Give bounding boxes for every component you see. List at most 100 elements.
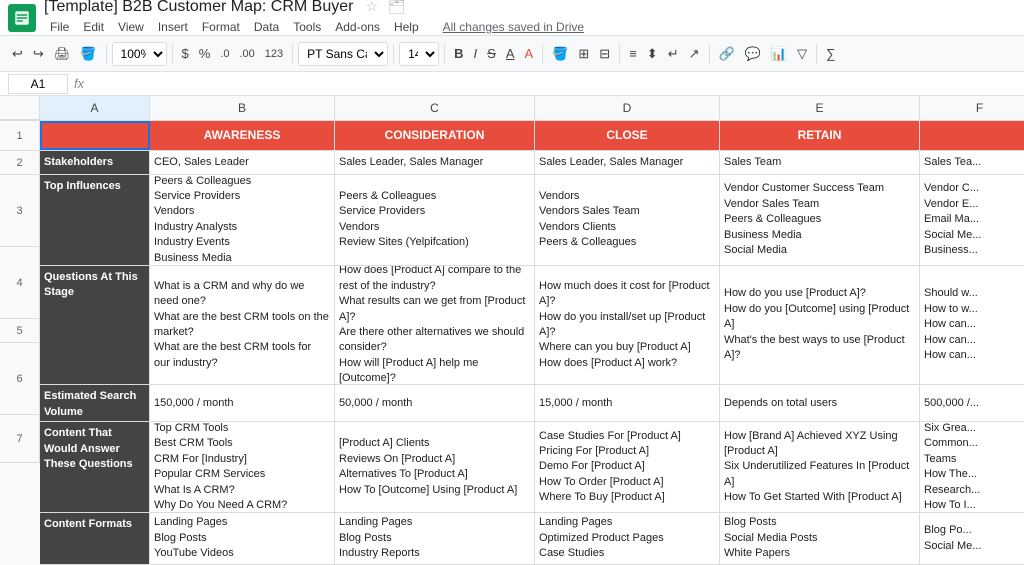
cell-e1[interactable]: RETAIN [720,121,920,150]
decimal00-button[interactable]: .00 [236,46,259,62]
cell-f6[interactable]: Six Grea... Common... Teams How The... R… [920,422,1024,512]
cell-d7[interactable]: Landing Pages Optimized Product Pages Ca… [535,513,720,564]
col-header-d[interactable]: D [535,96,720,120]
cell-b5[interactable]: 150,000 / month [150,385,335,421]
cell-a7[interactable]: Content Formats [40,513,150,564]
cell-c6[interactable]: [Product A] Clients Reviews On [Product … [335,422,535,512]
cell-b4[interactable]: What is a CRM and why do we need one? Wh… [150,266,335,384]
cell-a4[interactable]: Questions At This Stage [40,266,150,384]
textwrap-button[interactable]: ↵ [664,44,683,64]
row-num-1[interactable]: 1 [0,121,40,151]
cell-f5[interactable]: 500,000 /... [920,385,1024,421]
rotate-button[interactable]: ↗ [685,44,704,64]
fillcolor-button[interactable]: 🪣 [548,44,572,64]
cell-c7[interactable]: Landing Pages Blog Posts Industry Report… [335,513,535,564]
cell-f7[interactable]: Blog Po... Social Me... [920,513,1024,564]
undo-button[interactable]: ↩ [8,44,27,64]
cell-d1[interactable]: CLOSE [535,121,720,150]
cell-a1[interactable] [40,121,150,150]
cell-d4[interactable]: How much does it cost for [Product A]? H… [535,266,720,384]
cell-reference-input[interactable] [8,74,68,94]
cell-f1[interactable] [920,121,1024,150]
row-num-7[interactable]: 7 [0,415,40,463]
cell-b2[interactable]: CEO, Sales Leader [150,151,335,174]
cell-b1[interactable]: AWARENESS [150,121,335,150]
decimal0-button[interactable]: .0 [216,46,233,62]
fontsize-select[interactable]: 14 [399,42,439,66]
cell-e4[interactable]: How do you use [Product A]? How do you [… [720,266,920,384]
cell-d2[interactable]: Sales Leader, Sales Manager [535,151,720,174]
cell-f2[interactable]: Sales Tea... [920,151,1024,174]
print-button[interactable]: 🖨 [50,44,75,64]
grid-content: AWARENESS CONSIDERATION CLOSE RETAIN Sta… [40,121,1024,565]
row-num-3[interactable]: 3 [0,175,40,247]
comment-button[interactable]: 💬 [741,44,765,64]
row-num-2[interactable]: 2 [0,151,40,175]
currency-button[interactable]: $ [178,44,193,63]
cell-d5[interactable]: 15,000 / month [535,385,720,421]
col-header-c[interactable]: C [335,96,535,120]
menu-format[interactable]: Format [196,18,246,36]
formula-input[interactable] [90,74,1016,94]
link-button[interactable]: 🔗 [715,44,739,64]
font-select[interactable]: PT Sans Ca... [298,42,388,66]
cell-c1[interactable]: CONSIDERATION [335,121,535,150]
cell-a5[interactable]: Estimated Search Volume [40,385,150,421]
star-icon[interactable]: ☆ [365,0,378,15]
zoom-select[interactable]: 100% [112,42,167,66]
col-header-a[interactable]: A [40,96,150,120]
menu-edit[interactable]: Edit [77,18,110,36]
function-button[interactable]: ∑ [822,44,839,63]
menu-tools[interactable]: Tools [287,18,327,36]
cell-f3[interactable]: Vendor C... Vendor E... Email Ma... Soci… [920,175,1024,265]
redo-button[interactable]: ↪ [29,44,48,64]
cell-d3[interactable]: Vendors Vendors Sales Team Vendors Clien… [535,175,720,265]
folder-icon[interactable]: 🗂 [388,0,406,15]
col-header-e[interactable]: E [720,96,920,120]
menu-insert[interactable]: Insert [152,18,194,36]
menu-view[interactable]: View [112,18,150,36]
strikethrough-button[interactable]: S [483,44,500,63]
cell-f4[interactable]: Should w... How to w... How can... How c… [920,266,1024,384]
menu-addons[interactable]: Add-ons [329,18,386,36]
row-num-6[interactable]: 6 [0,343,40,415]
cell-b3[interactable]: Peers & Colleagues Service Providers Ven… [150,175,335,265]
cell-c3[interactable]: Peers & Colleagues Service Providers Ven… [335,175,535,265]
cell-c5[interactable]: 50,000 / month [335,385,535,421]
align-button[interactable]: ≡ [625,44,641,63]
row-num-4[interactable]: 4 [0,247,40,319]
cell-e6[interactable]: How [Brand A] Achieved XYZ Using [Produc… [720,422,920,512]
cell-a3[interactable]: Top Influences [40,175,150,265]
cell-c4[interactable]: How does [Product A] compare to the rest… [335,266,535,384]
format123-button[interactable]: 123 [261,46,287,62]
menu-file[interactable]: File [44,18,75,36]
menu-help[interactable]: Help [388,18,425,36]
chart-button[interactable]: 📊 [767,44,791,64]
col-header-b[interactable]: B [150,96,335,120]
cell-a6[interactable]: Content That Would Answer These Question… [40,422,150,512]
menu-data[interactable]: Data [248,18,285,36]
valign-button[interactable]: ⬍ [643,44,662,64]
cell-e5[interactable]: Depends on total users [720,385,920,421]
cell-e2[interactable]: Sales Team [720,151,920,174]
borders-button[interactable]: ⊞ [574,44,593,64]
cell-c2[interactable]: Sales Leader, Sales Manager [335,151,535,174]
merge-button[interactable]: ⊟ [595,44,614,64]
cell-a2[interactable]: Stakeholders [40,151,150,174]
bold-button[interactable]: B [450,44,467,63]
filter-button[interactable]: ▽ [793,44,811,64]
cell-b6[interactable]: Top CRM Tools Best CRM Tools CRM For [In… [150,422,335,512]
paint-format-button[interactable]: 🪣 [76,44,100,64]
row-num-5[interactable]: 5 [0,319,40,343]
cell-e7[interactable]: Blog Posts Social Media Posts White Pape… [720,513,920,564]
col-header-f[interactable]: F [920,96,1024,120]
app-icon [8,4,36,32]
cell-e3[interactable]: Vendor Customer Success Team Vendor Sale… [720,175,920,265]
percent-button[interactable]: % [195,44,215,63]
textcolor-button[interactable]: A [521,44,538,63]
doc-title[interactable]: [Template] B2B Customer Map: CRM Buyer [44,0,353,16]
italic-button[interactable]: I [470,44,482,63]
cell-d6[interactable]: Case Studies For [Product A] Pricing For… [535,422,720,512]
cell-b7[interactable]: Landing Pages Blog Posts YouTube Videos [150,513,335,564]
underline-button[interactable]: A [502,44,519,63]
